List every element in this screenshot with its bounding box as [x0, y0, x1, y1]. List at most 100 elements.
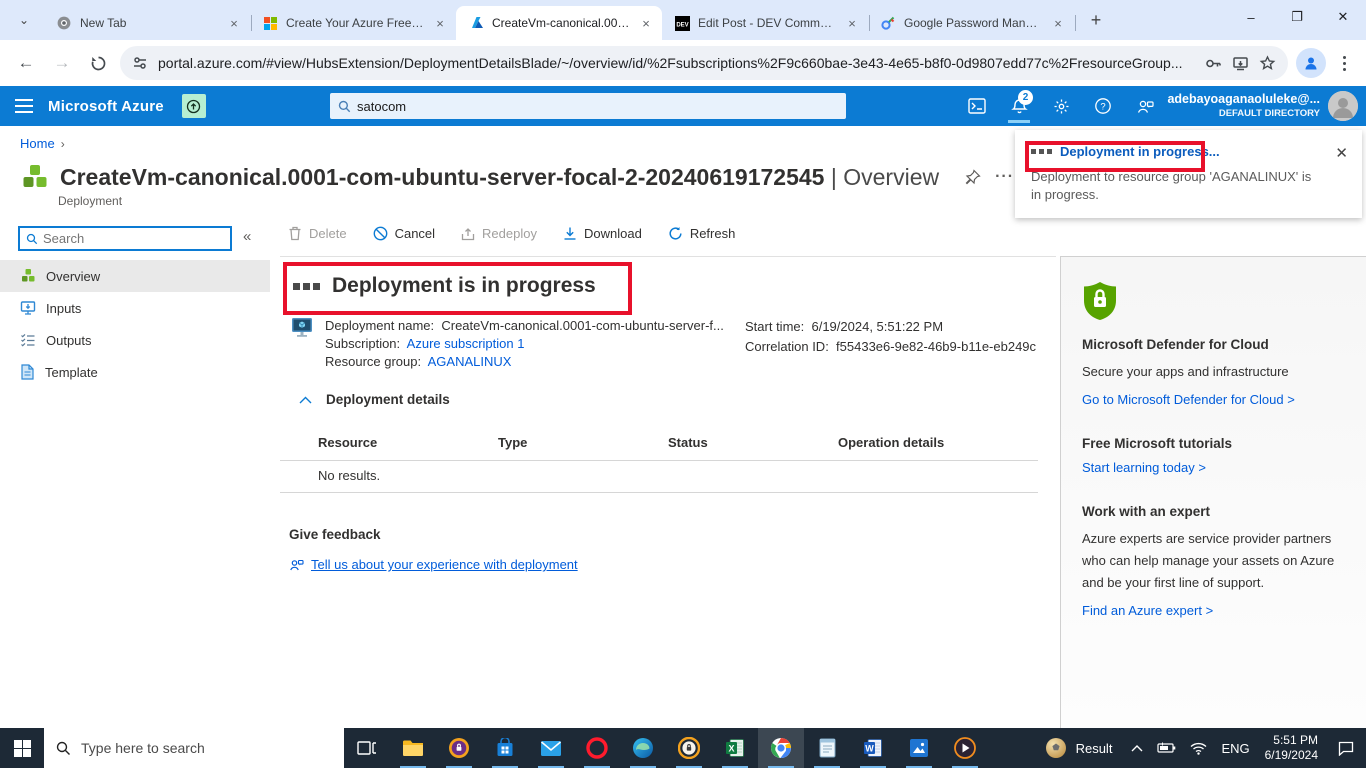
help-icon[interactable]: ? — [1082, 86, 1124, 126]
close-button[interactable]: ✕ — [1320, 0, 1366, 34]
settings-gear-icon[interactable] — [1040, 86, 1082, 126]
start-button[interactable] — [0, 728, 44, 768]
file-explorer-icon[interactable] — [390, 728, 436, 768]
media-player-icon[interactable] — [942, 728, 988, 768]
tab-new-tab[interactable]: New Tab × — [44, 6, 252, 40]
taskbar-date: 6/19/2024 — [1264, 748, 1318, 762]
reload-icon[interactable] — [84, 49, 112, 77]
screen: ⌄ New Tab × Create Your Azure Free Acco … — [0, 0, 1366, 768]
task-view-icon[interactable] — [344, 728, 390, 768]
page-subtitle: Deployment — [58, 194, 123, 208]
download-button[interactable]: Download — [563, 226, 642, 241]
back-icon[interactable]: ← — [12, 49, 40, 77]
restore-button[interactable]: ❐ — [1274, 0, 1320, 34]
mail-icon[interactable] — [528, 728, 574, 768]
tab-createvm-active[interactable]: CreateVm-canonical.0001-co × — [456, 6, 662, 40]
annotation-box-heading — [283, 262, 632, 315]
install-icon[interactable] — [1232, 55, 1249, 72]
edge-icon[interactable] — [620, 728, 666, 768]
tab-close-icon[interactable]: × — [226, 15, 242, 31]
action-center-icon[interactable] — [1326, 741, 1366, 756]
toast-body: Deployment to resource group 'AGANALINUX… — [1031, 169, 1312, 202]
upgrade-icon[interactable] — [181, 94, 206, 118]
microsoft-store-icon[interactable] — [482, 728, 528, 768]
tab-close-icon[interactable]: × — [1050, 15, 1066, 31]
subscription-link[interactable]: Azure subscription 1 — [407, 336, 525, 351]
correlation-id-value: f55433e6-9e82-46b9-b11e-eb249c — [836, 339, 1037, 354]
tab-title: CreateVm-canonical.0001-co — [492, 16, 630, 30]
minimize-button[interactable]: – — [1228, 0, 1274, 34]
sidebar-search-input[interactable] — [43, 231, 224, 246]
browser-profile-icon[interactable] — [1296, 48, 1326, 78]
refresh-icon — [668, 226, 683, 241]
site-info-icon[interactable] — [132, 55, 148, 71]
avast-browser-icon[interactable] — [436, 728, 482, 768]
opera-icon[interactable] — [574, 728, 620, 768]
redeploy-button[interactable]: Redeploy — [461, 226, 537, 241]
taskbar-clock[interactable]: 5:51 PM 6/19/2024 — [1257, 733, 1326, 763]
sidebar-item-template[interactable]: Template — [0, 356, 270, 388]
forward-icon[interactable]: → — [48, 49, 76, 77]
bookmark-star-icon[interactable] — [1259, 54, 1276, 72]
azure-search-input[interactable] — [357, 98, 838, 114]
taskbar-search[interactable]: Type here to search — [44, 728, 344, 768]
word-icon[interactable]: W — [850, 728, 896, 768]
cancel-circle-icon — [373, 226, 388, 241]
account-info[interactable]: adebayoaganaoluleke@... DEFAULT DIRECTOR… — [1167, 86, 1320, 126]
sidebar-search[interactable] — [18, 226, 232, 251]
deployment-details-toggle[interactable]: Deployment details — [299, 392, 450, 407]
cloud-shell-icon[interactable] — [956, 86, 998, 126]
notification-count-badge: 2 — [1018, 90, 1033, 105]
tab-close-icon[interactable]: × — [844, 15, 860, 31]
account-avatar[interactable] — [1328, 91, 1358, 121]
tab-azure-free-account[interactable]: Create Your Azure Free Acco × — [250, 6, 458, 40]
notifications-bell-icon[interactable]: 2 — [998, 86, 1040, 126]
subscription-row: Subscription: Azure subscription 1 — [325, 336, 525, 351]
address-bar[interactable]: portal.azure.com/#view/HubsExtension/Dep… — [120, 46, 1288, 80]
new-tab-button[interactable]: + — [1082, 6, 1110, 34]
result-app-button[interactable]: Result — [1033, 728, 1125, 768]
sidebar-item-overview[interactable]: Overview — [0, 260, 270, 292]
cancel-button[interactable]: Cancel — [373, 226, 435, 241]
tray-chevron-icon[interactable] — [1124, 744, 1150, 752]
pin-icon[interactable] — [965, 169, 981, 185]
browser-menu-icon[interactable] — [1334, 55, 1354, 71]
feedback-icon[interactable] — [1124, 86, 1166, 126]
tab-title: New Tab — [80, 16, 127, 30]
password-key-icon[interactable] — [1205, 55, 1222, 72]
battery-icon[interactable] — [1150, 742, 1183, 754]
refresh-button[interactable]: Refresh — [668, 226, 735, 241]
inputs-icon — [20, 300, 36, 316]
avast-one-icon[interactable] — [666, 728, 712, 768]
more-options-icon[interactable]: ··· — [995, 168, 1014, 186]
breadcrumb-home-link[interactable]: Home — [20, 136, 55, 151]
deployment-info: Deployment name: CreateVm-canonical.0001… — [291, 317, 724, 371]
notepad-icon[interactable] — [804, 728, 850, 768]
sidebar-item-outputs[interactable]: Outputs — [0, 324, 270, 356]
sidebar-item-inputs[interactable]: Inputs — [0, 292, 270, 324]
tutorials-link[interactable]: Start learning today > — [1082, 460, 1345, 475]
photos-icon[interactable] — [896, 728, 942, 768]
tab-close-icon[interactable]: × — [638, 15, 654, 31]
resource-group-link[interactable]: AGANALINUX — [428, 354, 512, 369]
delete-button[interactable]: Delete — [288, 226, 347, 241]
portal-menu-icon[interactable] — [0, 86, 48, 126]
defender-link[interactable]: Go to Microsoft Defender for Cloud > — [1082, 392, 1345, 407]
tab-close-icon[interactable]: × — [432, 15, 448, 31]
tab-dev-community[interactable]: DEV Edit Post - DEV Community × — [662, 6, 870, 40]
tab-password-manager[interactable]: Google Password Manager × — [868, 6, 1076, 40]
chrome-icon[interactable] — [758, 728, 804, 768]
language-indicator[interactable]: ENG — [1214, 741, 1256, 756]
toast-close-icon[interactable]: ✕ — [1335, 144, 1348, 162]
azure-search-bar[interactable] — [330, 93, 846, 119]
excel-icon[interactable]: X — [712, 728, 758, 768]
azure-brand[interactable]: Microsoft Azure — [48, 98, 164, 115]
page-title-suffix: | Overview — [830, 163, 940, 190]
wifi-icon[interactable] — [1183, 742, 1214, 755]
tab-search-button[interactable]: ⌄ — [10, 6, 38, 34]
dev-logo-icon: DEV — [674, 15, 690, 31]
expert-link[interactable]: Find an Azure expert > — [1082, 603, 1345, 618]
collapse-sidebar-icon[interactable]: « — [243, 228, 251, 245]
feedback-link[interactable]: Tell us about your experience with deplo… — [289, 557, 578, 572]
give-feedback-title: Give feedback — [289, 527, 381, 542]
